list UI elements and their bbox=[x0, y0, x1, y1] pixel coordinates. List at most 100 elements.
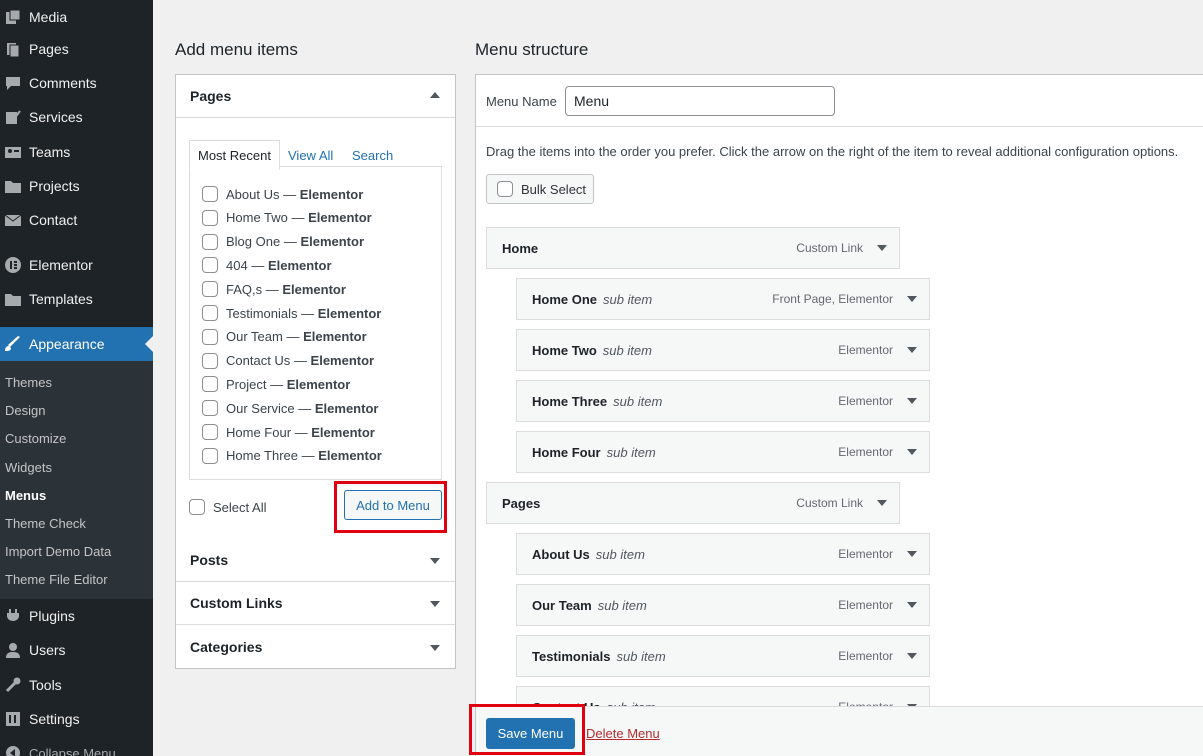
submenu-item-customize[interactable]: Customize bbox=[5, 431, 66, 446]
menu-item-pages[interactable]: Pages Custom Link bbox=[486, 482, 900, 524]
page-checkbox[interactable] bbox=[202, 328, 218, 345]
dropdown-arrow-icon[interactable] bbox=[907, 449, 917, 455]
page-checkbox[interactable] bbox=[202, 233, 218, 250]
page-checkbox-row[interactable]: Home Three — Elementor bbox=[202, 447, 382, 464]
dropdown-arrow-icon[interactable] bbox=[877, 245, 887, 251]
menu-item-about-us[interactable]: About Us sub item Elementor bbox=[516, 533, 930, 575]
pages-section-header[interactable]: Pages bbox=[176, 75, 455, 118]
page-type: Elementor bbox=[311, 424, 375, 440]
dropdown-arrow-icon[interactable] bbox=[907, 398, 917, 404]
sidebar-item-pages[interactable]: Pages bbox=[0, 32, 153, 66]
expand-arrow-icon[interactable] bbox=[430, 558, 440, 564]
dropdown-arrow-icon[interactable] bbox=[877, 500, 887, 506]
page-checkbox[interactable] bbox=[202, 281, 218, 298]
page-separator: — bbox=[287, 210, 309, 226]
submenu-item-themes[interactable]: Themes bbox=[5, 375, 52, 390]
submenu-item-theme-check[interactable]: Theme Check bbox=[5, 516, 86, 531]
collapse-arrow-icon[interactable] bbox=[430, 92, 440, 98]
sidebar-item-collapse-menu[interactable]: Collapse Menu bbox=[0, 736, 153, 756]
page-checkbox[interactable] bbox=[202, 400, 218, 417]
tab-view-all[interactable]: View All bbox=[288, 148, 333, 163]
dropdown-arrow-icon[interactable] bbox=[907, 602, 917, 608]
dropdown-arrow-icon[interactable] bbox=[907, 551, 917, 557]
page-checkbox-row[interactable]: FAQ,s — Elementor bbox=[202, 281, 346, 298]
submenu-item-design[interactable]: Design bbox=[5, 403, 45, 418]
bulk-select-button[interactable]: Bulk Select bbox=[486, 174, 594, 204]
posts-section-header[interactable]: Posts bbox=[176, 539, 455, 582]
dropdown-arrow-icon[interactable] bbox=[907, 347, 917, 353]
page-checkbox[interactable] bbox=[202, 305, 218, 321]
tab-most-recent[interactable]: Most Recent bbox=[189, 140, 280, 170]
page-checkbox[interactable] bbox=[202, 352, 218, 369]
menu-item-type: Elementor bbox=[838, 394, 893, 408]
menu-item-home-four[interactable]: Home Four sub item Elementor bbox=[516, 431, 930, 473]
select-all-checkbox[interactable] bbox=[189, 499, 205, 515]
page-checkbox[interactable] bbox=[202, 186, 218, 202]
sidebar-item-users[interactable]: Users bbox=[0, 633, 153, 667]
bulk-select-checkbox[interactable] bbox=[497, 181, 513, 197]
sidebar-item-services[interactable]: Services bbox=[0, 100, 153, 134]
menu-item-testimonials[interactable]: Testimonials sub item Elementor bbox=[516, 635, 930, 677]
highlight-box bbox=[334, 481, 447, 533]
submenu-item-theme-file-editor[interactable]: Theme File Editor bbox=[5, 572, 108, 587]
appearance-submenu: Themes Design Customize Widgets Menus Theme C… bbox=[0, 361, 153, 599]
sidebar-item-tools[interactable]: Tools bbox=[0, 668, 153, 702]
page-checkbox-row[interactable]: Our Service — Elementor bbox=[202, 400, 378, 417]
categories-section-header[interactable]: Categories bbox=[176, 625, 455, 668]
sidebar-item-plugins[interactable]: Plugins bbox=[0, 599, 153, 633]
page-checkbox-row[interactable]: Project — Elementor bbox=[202, 376, 351, 393]
sidebar-item-contact[interactable]: Contact bbox=[0, 203, 153, 237]
page-checkbox-row[interactable]: Blog One — Elementor bbox=[202, 233, 364, 250]
sidebar-item-templates[interactable]: Templates bbox=[0, 282, 153, 316]
select-all-label: Select All bbox=[213, 499, 267, 515]
plugins-icon bbox=[4, 608, 22, 624]
submenu-item-menus[interactable]: Menus bbox=[5, 488, 46, 503]
menu-item-title: Home Two sub item bbox=[532, 343, 652, 358]
page-checkbox-row[interactable]: About Us — Elementor bbox=[202, 186, 363, 202]
page-checkbox[interactable] bbox=[202, 209, 218, 226]
expand-arrow-icon[interactable] bbox=[430, 644, 440, 651]
page-checkbox-row[interactable]: Contact Us — Elementor bbox=[202, 352, 375, 369]
dropdown-arrow-icon[interactable] bbox=[907, 296, 917, 302]
sidebar-item-appearance[interactable]: Appearance bbox=[0, 327, 153, 361]
custom-links-section-header[interactable]: Custom Links bbox=[176, 582, 455, 625]
sidebar-item-comments[interactable]: Comments bbox=[0, 66, 153, 100]
menu-name-input[interactable] bbox=[565, 86, 835, 116]
instructions-text: Drag the items into the order you prefer… bbox=[486, 144, 1179, 159]
submenu-item-import-demo-data[interactable]: Import Demo Data bbox=[5, 544, 111, 559]
menu-item-home-three[interactable]: Home Three sub item Elementor bbox=[516, 380, 930, 422]
teams-icon bbox=[4, 144, 22, 160]
sidebar-item-elementor[interactable]: Elementor bbox=[0, 248, 153, 282]
expand-arrow-icon[interactable] bbox=[430, 601, 440, 607]
page-checkbox-row[interactable]: 404 — Elementor bbox=[202, 257, 332, 274]
admin-sidebar: Themes Design Customize Widgets Menus Theme C… bbox=[0, 0, 153, 756]
page-checkbox[interactable] bbox=[202, 257, 218, 274]
page-checkbox[interactable] bbox=[202, 424, 218, 440]
delete-menu-link[interactable]: Delete Menu bbox=[586, 726, 660, 741]
menu-item-home[interactable]: Home Custom Link bbox=[486, 227, 900, 269]
menu-item-home-two[interactable]: Home Two sub item Elementor bbox=[516, 329, 930, 371]
page-checkbox-row[interactable]: Home Two — Elementor bbox=[202, 209, 372, 226]
page-name: Testimonials bbox=[226, 305, 298, 321]
sidebar-item-label: Contact bbox=[29, 212, 78, 228]
page-checkbox-row[interactable]: Our Team — Elementor bbox=[202, 328, 367, 345]
tab-search[interactable]: Search bbox=[352, 148, 393, 163]
select-all-row[interactable]: Select All bbox=[189, 499, 266, 515]
page-checkbox[interactable] bbox=[202, 447, 218, 464]
menu-item-sub-label: sub item bbox=[602, 342, 652, 358]
pages-checklist: About Us — Elementor Home Two — Elementor… bbox=[189, 166, 442, 480]
sidebar-item-projects[interactable]: Projects bbox=[0, 169, 153, 203]
sidebar-item-settings[interactable]: Settings bbox=[0, 702, 153, 736]
page-checkbox-row[interactable]: Home Four — Elementor bbox=[202, 424, 375, 440]
dropdown-arrow-icon[interactable] bbox=[907, 653, 917, 659]
page-checkbox[interactable] bbox=[202, 376, 218, 393]
submenu-item-widgets[interactable]: Widgets bbox=[5, 460, 52, 475]
menu-item-our-team[interactable]: Our Team sub item Elementor bbox=[516, 584, 930, 626]
page-separator: — bbox=[262, 281, 283, 297]
sidebar-item-teams[interactable]: Teams bbox=[0, 135, 153, 169]
page-type: Elementor bbox=[310, 353, 375, 369]
menu-item-home-one[interactable]: Home One sub item Front Page, Elementor bbox=[516, 278, 930, 320]
page-checkbox-row[interactable]: Testimonials — Elementor bbox=[202, 305, 381, 321]
page-type: Elementor bbox=[286, 376, 351, 392]
sidebar-item-media[interactable]: Media bbox=[0, 0, 153, 34]
